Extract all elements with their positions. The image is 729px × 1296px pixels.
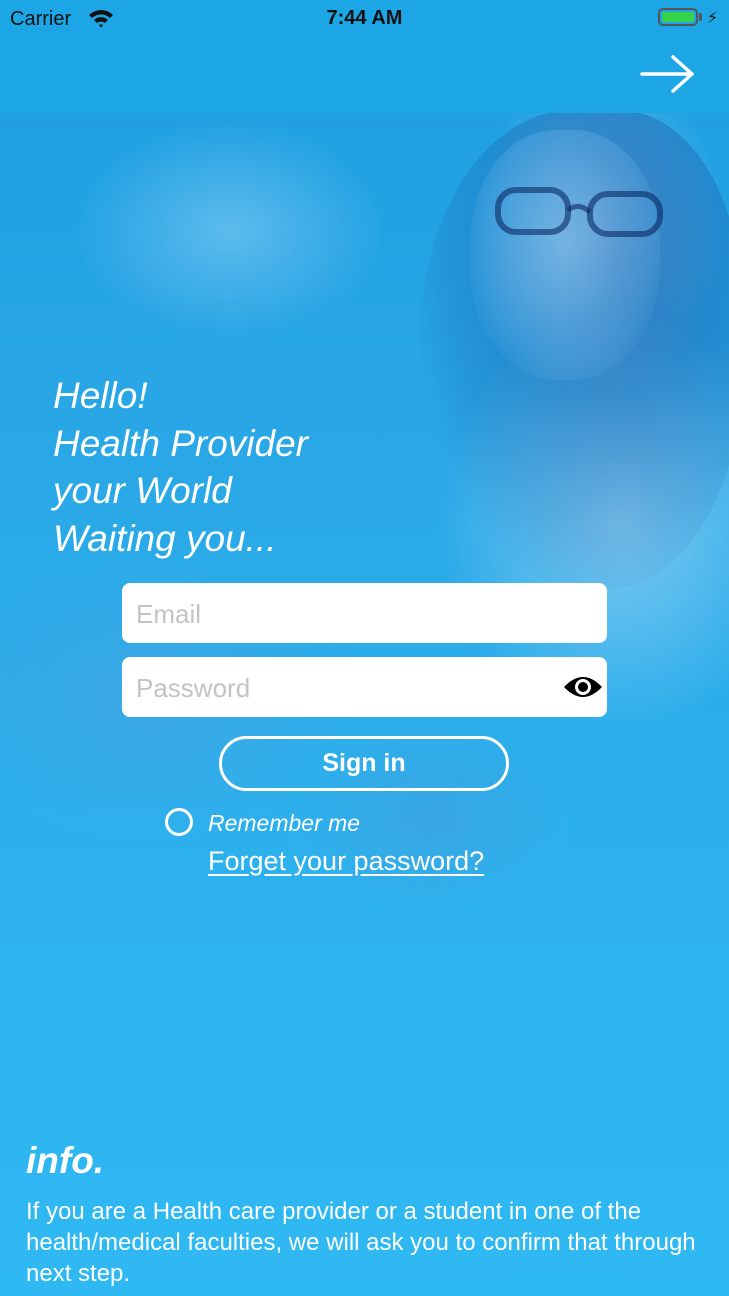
email-field[interactable] xyxy=(134,583,558,645)
greeting-line: Health Provider xyxy=(53,422,309,464)
password-field[interactable] xyxy=(134,657,558,719)
clock: 7:44 AM xyxy=(326,7,403,29)
battery-level xyxy=(662,12,694,22)
charging-bolt-icon: ⚡ xyxy=(707,10,719,27)
greeting-line: your World xyxy=(53,470,232,511)
status-bar: Carrier 7:44 AM ⚡ xyxy=(0,0,729,40)
email-field-container xyxy=(122,583,607,645)
forgot-password-link[interactable]: Forget your password? xyxy=(208,846,484,877)
remember-me-radio[interactable] xyxy=(165,808,193,836)
arrow-right-icon[interactable] xyxy=(640,54,696,94)
remember-me-label: Remember me xyxy=(208,810,361,836)
battery-cap xyxy=(699,13,702,21)
sign-in-button[interactable]: Sign in xyxy=(219,736,509,791)
info-title: info. xyxy=(26,1140,105,1181)
battery-icon xyxy=(658,8,698,26)
background-photo xyxy=(0,0,729,1296)
greeting-line: Waiting you... xyxy=(53,517,277,559)
greeting-heading: Hello! Health Provider your World Waitin… xyxy=(53,372,308,562)
photo-face xyxy=(470,130,660,380)
info-text: If you are a Health care provider or a s… xyxy=(26,1198,696,1287)
eye-icon[interactable] xyxy=(563,670,603,704)
greeting-line: Hello! xyxy=(53,375,148,416)
login-screen: Carrier 7:44 AM ⚡ Hello! Health Provider… xyxy=(0,0,729,1296)
photo-glasses xyxy=(495,187,663,237)
password-field-container xyxy=(122,657,607,719)
